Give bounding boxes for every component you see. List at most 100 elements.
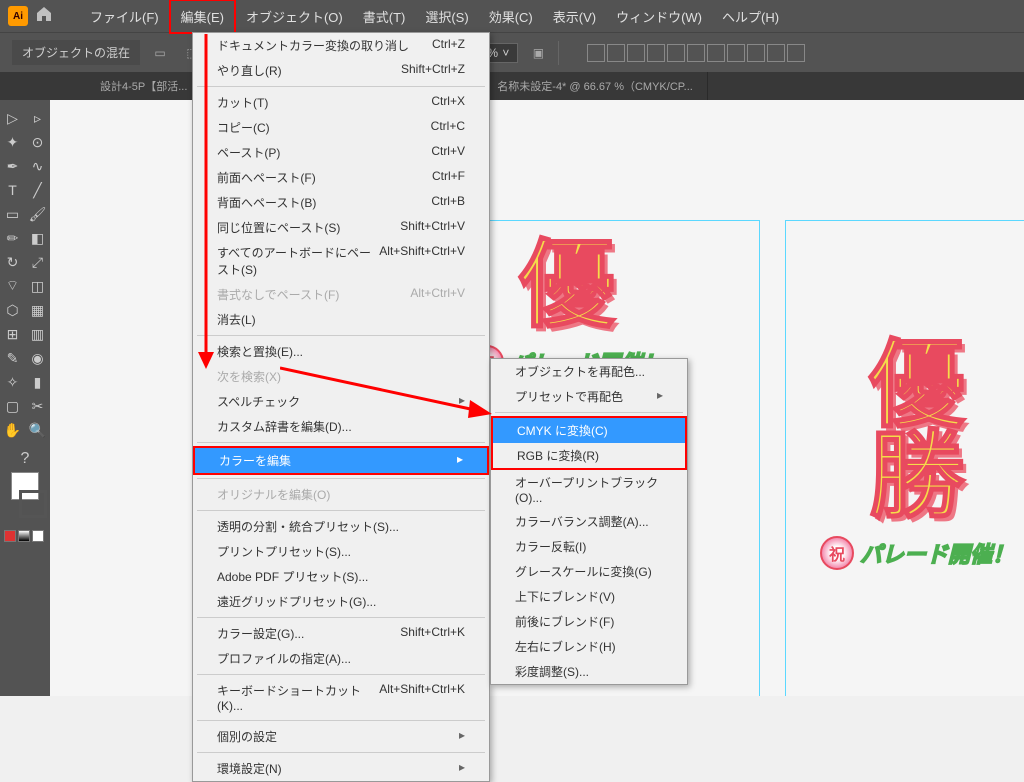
dd-paste-front[interactable]: 前面へペースト(F)Ctrl+F [193, 165, 489, 190]
menu-type[interactable]: 書式(T) [353, 1, 416, 32]
dd-edit-colors[interactable]: カラーを編集 [193, 446, 489, 475]
fill-stroke-control[interactable]: ? [0, 446, 50, 536]
sub-convert-cmyk[interactable]: CMYK に変換(C) [493, 418, 685, 443]
menu-file[interactable]: ファイル(F) [80, 1, 169, 32]
align-icon[interactable] [627, 44, 645, 62]
align-icon[interactable] [587, 44, 605, 62]
home-icon[interactable] [36, 6, 56, 26]
menu-view[interactable]: 表示(V) [543, 1, 606, 32]
align-icon[interactable] [647, 44, 665, 62]
dd-paste-in-place[interactable]: 同じ位置にペースト(S)Shift+Ctrl+V [193, 215, 489, 240]
art-char-1: 優 [519, 240, 615, 331]
shaper-tool[interactable]: ✏ [0, 226, 25, 250]
dd-paste-all-artboards[interactable]: すべてのアートボードにペースト(S)Alt+Shift+Ctrl+V [193, 240, 489, 282]
sub-blend-horiz[interactable]: 左右にブレンド(H) [491, 634, 687, 659]
gradient-tool[interactable]: ▥ [25, 322, 50, 346]
art-char-2: 勝 [869, 431, 965, 522]
align-icon[interactable] [747, 44, 765, 62]
sub-convert-rgb[interactable]: RGB に変換(R) [493, 443, 685, 468]
artboard-tool[interactable]: ▢ [0, 394, 25, 418]
sub-blend-vert[interactable]: 上下にブレンド(V) [491, 584, 687, 609]
sub-invert[interactable]: カラー反転(I) [491, 534, 687, 559]
direct-select-tool[interactable]: ▹ [25, 106, 50, 130]
dd-separator [197, 720, 485, 721]
selection-label: オブジェクトの混在 [12, 40, 140, 65]
dd-pdf-preset[interactable]: Adobe PDF プリセット(S)... [193, 564, 489, 589]
align-icon[interactable] [707, 44, 725, 62]
tab-doc3[interactable]: 名称未設定-4* @ 66.67 %（CMYK/CP... [487, 72, 708, 100]
sub-recolor-artwork[interactable]: オブジェクトを再配色... [491, 359, 687, 384]
dd-cut[interactable]: カット(T)Ctrl+X [193, 90, 489, 115]
curvature-tool[interactable]: ∿ [25, 154, 50, 178]
sub-overprint-black[interactable]: オーバープリントブラック(O)... [491, 470, 687, 509]
rotate-tool[interactable]: ↻ [0, 250, 25, 274]
line-tool[interactable]: ╱ [25, 178, 50, 202]
align-icon[interactable] [687, 44, 705, 62]
dd-print-preset[interactable]: プリントプリセット(S)... [193, 539, 489, 564]
sub-grayscale[interactable]: グレースケールに変換(G) [491, 559, 687, 584]
control-toolbar: オブジェクトの混在 ▭ ⬚ 不透明度: 100% ˅ ▣ [0, 32, 1024, 72]
free-transform-tool[interactable]: ◫ [25, 274, 50, 298]
align-icon[interactable] [607, 44, 625, 62]
dd-copy[interactable]: コピー(C)Ctrl+C [193, 115, 489, 140]
dd-preferences[interactable]: 環境設定(N) [193, 756, 489, 781]
dd-paste-back[interactable]: 背面へペースト(B)Ctrl+B [193, 190, 489, 215]
selection-tool[interactable]: ▷ [0, 106, 25, 130]
hand-tool[interactable]: ✋ [0, 418, 25, 442]
shape-builder-tool[interactable]: ⬡ [0, 298, 25, 322]
width-tool[interactable]: ⌔ [0, 274, 25, 298]
mesh-tool[interactable]: ⊞ [0, 322, 25, 346]
menu-object[interactable]: オブジェクト(O) [236, 1, 353, 32]
scale-tool[interactable]: ⤢ [25, 250, 50, 274]
symbol-tool[interactable]: ✧ [0, 370, 25, 394]
dd-undo[interactable]: ドキュメントカラー変換の取り消しCtrl+Z [193, 33, 489, 58]
menu-help[interactable]: ヘルプ(H) [712, 1, 789, 32]
graph-tool[interactable]: ▮ [25, 370, 50, 394]
menu-window[interactable]: ウィンドウ(W) [606, 1, 712, 32]
align-icon[interactable] [767, 44, 785, 62]
align-icon[interactable] [667, 44, 685, 62]
brush-tool[interactable]: 🖌 [25, 202, 50, 226]
main-menubar: Ai ファイル(F) 編集(E) オブジェクト(O) 書式(T) 選択(S) 効… [0, 0, 1024, 32]
question-icon: ? [21, 450, 30, 468]
artwork-2[interactable]: 優 勝 祝 パレード開催！ [820, 340, 1014, 570]
gradient-swatch[interactable] [18, 530, 30, 542]
dd-perspective-preset[interactable]: 遠近グリッドプリセット(G)... [193, 589, 489, 614]
align-icon[interactable] [787, 44, 805, 62]
slice-tool[interactable]: ✂ [25, 394, 50, 418]
dd-separator [197, 478, 485, 479]
type-tool[interactable]: T [0, 178, 25, 202]
menu-effect[interactable]: 効果(C) [479, 1, 543, 32]
lasso-tool[interactable]: ⊙ [25, 130, 50, 154]
blend-tool[interactable]: ◉ [25, 346, 50, 370]
menu-edit[interactable]: 編集(E) [169, 0, 236, 34]
menu-select[interactable]: 選択(S) [415, 1, 478, 32]
eraser-tool[interactable]: ◧ [25, 226, 50, 250]
sub-saturate[interactable]: 彩度調整(S)... [491, 659, 687, 684]
dd-assign-profile[interactable]: プロファイルの指定(A)... [193, 646, 489, 671]
dd-paste[interactable]: ペースト(P)Ctrl+V [193, 140, 489, 165]
color-swatch[interactable] [4, 530, 16, 542]
dd-clear[interactable]: 消去(L) [193, 307, 489, 332]
stroke-swatch[interactable] [19, 490, 47, 518]
sub-color-balance[interactable]: カラーバランス調整(A)... [491, 509, 687, 534]
style-icon[interactable]: ▣ [526, 41, 550, 65]
wand-tool[interactable]: ✦ [0, 130, 25, 154]
dd-color-settings[interactable]: カラー設定(G)...Shift+Ctrl+K [193, 621, 489, 646]
perspective-tool[interactable]: ▦ [25, 298, 50, 322]
zoom-tool[interactable]: 🔍 [25, 418, 50, 442]
tab-doc1[interactable]: 設計4-5P【部活... [90, 72, 202, 100]
eyedropper-tool[interactable]: ✎ [0, 346, 25, 370]
sub-blend-front-back[interactable]: 前後にブレンド(F) [491, 609, 687, 634]
rect-tool[interactable]: ▭ [0, 202, 25, 226]
dd-keyboard-shortcuts[interactable]: キーボードショートカット(K)...Alt+Shift+Ctrl+K [193, 678, 489, 717]
dd-transparency-preset[interactable]: 透明の分割・統合プリセット(S)... [193, 514, 489, 539]
dd-separator [197, 674, 485, 675]
align-icon[interactable] [727, 44, 745, 62]
doc-icon[interactable]: ▭ [148, 41, 172, 65]
none-swatch[interactable] [32, 530, 44, 542]
dd-redo[interactable]: やり直し(R)Shift+Ctrl+Z [193, 58, 489, 83]
dd-my-settings[interactable]: 個別の設定 [193, 724, 489, 749]
sub-recolor-preset[interactable]: プリセットで再配色 [491, 384, 687, 409]
pen-tool[interactable]: ✒ [0, 154, 25, 178]
